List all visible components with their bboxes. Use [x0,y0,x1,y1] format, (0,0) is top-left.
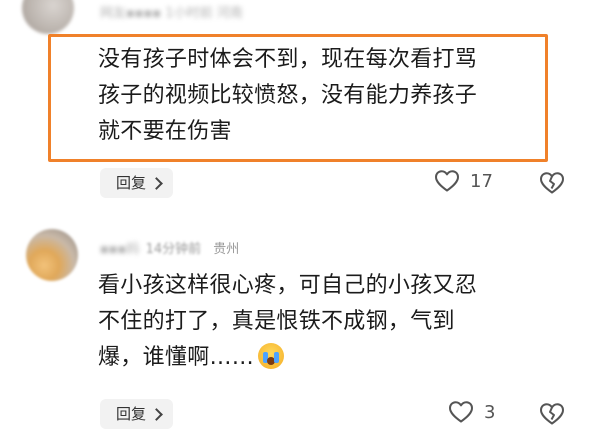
heart-outline-icon [435,170,459,192]
comment-meta: ▪▪▪妈 14分钟前 贵州 [100,238,239,257]
comment-text: 看小孩这样很心疼，可自己的小孩又忍 不住的打了，真是恨铁不成钢，气到 爆，谁懂啊… [98,268,477,376]
like-count: 17 [470,170,493,192]
like-count: 3 [484,401,496,423]
comment-text: 没有孩子时体会不到，现在每次看打骂 孩子的视频比较愤怒，没有能力养孩子 就不要在… [98,42,477,150]
timestamp: 14分钟前 [145,242,202,257]
avatar[interactable] [22,0,74,34]
reply-button[interactable]: 回复 [100,168,174,198]
chevron-right-icon [150,176,163,190]
like-button[interactable]: 17 [434,169,493,193]
like-button[interactable]: 3 [448,400,495,424]
comment-line: 孩子的视频比较愤怒，没有能力养孩子 [98,83,478,108]
reply-label: 回复 [116,405,147,423]
dislike-button[interactable] [539,402,565,430]
broken-heart-icon [540,172,564,194]
heart-outline-icon [449,401,473,423]
avatar[interactable] [26,229,78,281]
crying-face-emoji-icon [258,343,285,369]
comment-line: 就不要在伤害 [98,119,232,144]
comment-line: 没有孩子时体会不到，现在每次看打骂 [98,47,478,72]
username[interactable]: ▪▪▪妈 [100,238,139,257]
comment-line: 看小孩这样很心疼，可自己的小孩又忍 [98,273,478,298]
dislike-button[interactable] [539,171,565,199]
comment-line: 不住的打了，真是恨铁不成钢，气到 [98,309,455,334]
chevron-right-icon [150,407,163,421]
location: 贵州 [213,242,240,257]
comment-line: 爆，谁懂啊…… [98,340,477,376]
reply-label: 回复 [116,174,147,192]
broken-heart-icon [540,403,564,425]
reply-button[interactable]: 回复 [100,399,174,429]
comment-line-text: 爆，谁懂啊…… [98,345,255,370]
comment-meta: 网友▪▪▪▪ 1小时前 河南 [100,6,243,21]
